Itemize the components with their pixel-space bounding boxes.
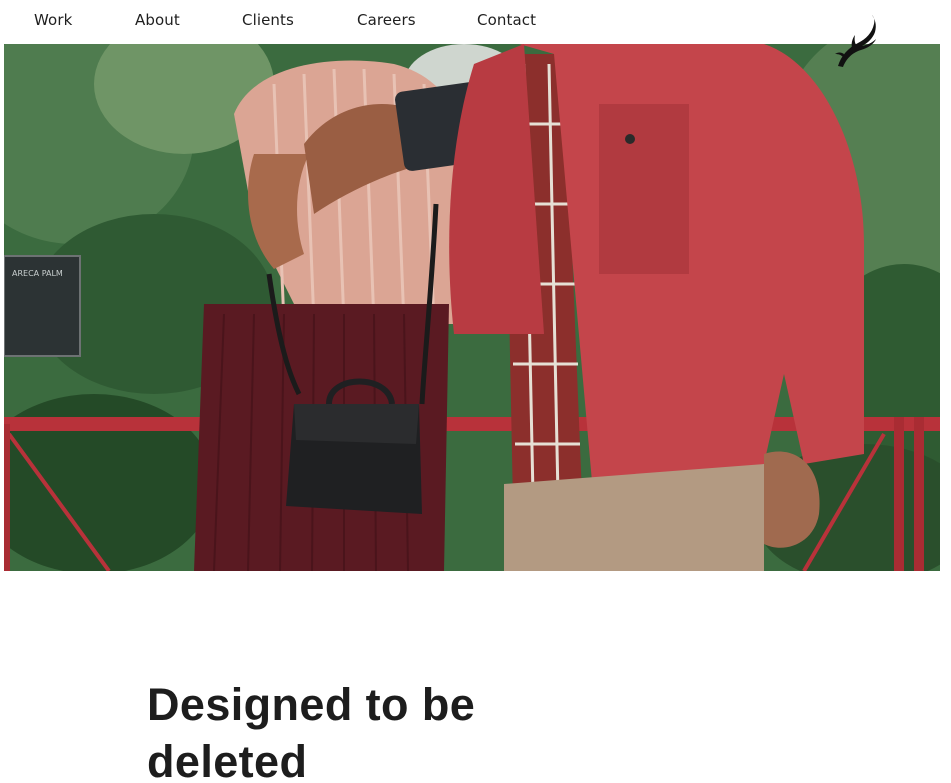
headline-line-2: deleted xyxy=(147,736,308,783)
hero-photo: ARECA PALM xyxy=(4,44,940,571)
page: Work About Clients Careers Contact ARECA… xyxy=(0,0,951,783)
nav-item-work[interactable]: Work xyxy=(34,11,72,29)
headline-line-1: Designed to be xyxy=(147,679,476,730)
nav-item-clients[interactable]: Clients xyxy=(242,11,294,29)
plant-sign-text: ARECA PALM xyxy=(12,269,63,278)
hero-illustration: ARECA PALM xyxy=(4,44,940,571)
page-headline: Designed to be deleted xyxy=(147,676,567,783)
top-nav: Work About Clients Careers Contact xyxy=(0,0,951,44)
antler-icon xyxy=(835,15,876,67)
nav-item-about[interactable]: About xyxy=(135,11,180,29)
antler-logo-icon[interactable] xyxy=(832,14,882,70)
nav-item-careers[interactable]: Careers xyxy=(357,11,416,29)
nav-item-contact[interactable]: Contact xyxy=(477,11,536,29)
